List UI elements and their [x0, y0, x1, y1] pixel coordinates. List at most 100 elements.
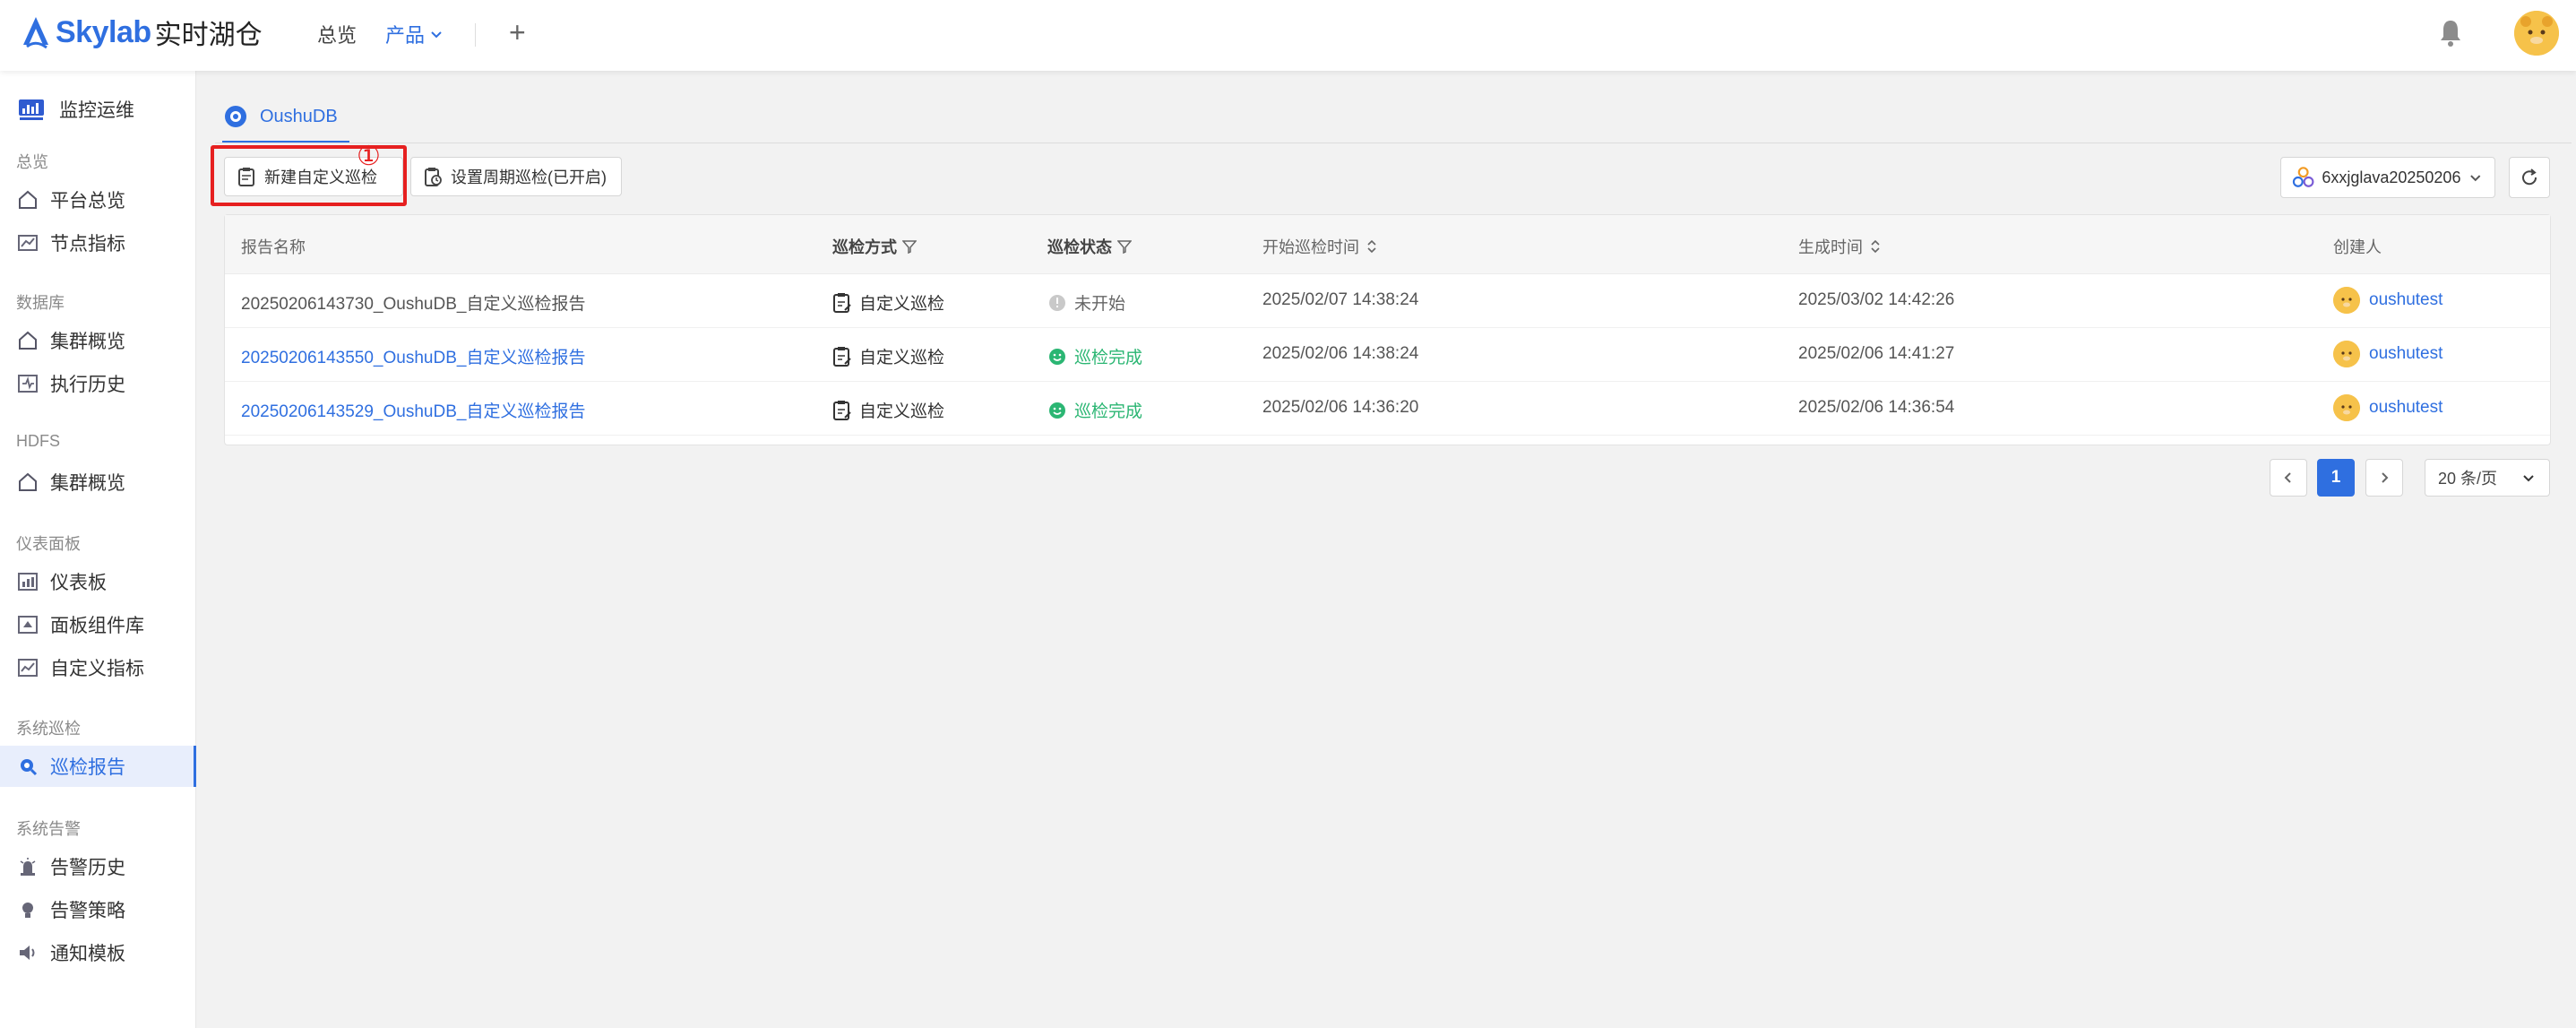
page-number-current[interactable]: 1 — [2317, 459, 2355, 497]
generated-time: 2025/02/06 14:36:54 — [1798, 398, 1955, 417]
start-time: 2025/02/06 14:36:20 — [1262, 398, 1419, 417]
sidebar-item-notify-template[interactable]: 通知模板 — [0, 932, 196, 973]
logo[interactable]: Skylab 实时湖仓 — [20, 13, 263, 52]
sidebar-item-platform-overview[interactable]: 平台总览 — [0, 179, 196, 220]
sort-icon[interactable] — [1868, 239, 1882, 254]
sidebar-item-alert-policy[interactable]: 告警策略 — [0, 889, 196, 930]
th-start-time[interactable]: 开始巡检时间 — [1262, 235, 1379, 258]
th-generated-time[interactable]: 生成时间 — [1798, 235, 1882, 258]
tab-oushudb[interactable]: OushuDB — [224, 105, 338, 128]
sidebar-item-label: 通知模板 — [50, 944, 125, 964]
creator-cell[interactable]: oushutest — [2333, 394, 2442, 421]
method-cell: 自定义巡检 — [832, 398, 944, 422]
page-size-value: 20 条/页 — [2438, 470, 2498, 488]
status-cell: 未开始 — [1047, 290, 1125, 315]
dashboard-icon — [18, 573, 38, 591]
set-periodic-inspection-button[interactable]: 设置周期巡检(已开启) — [410, 157, 622, 196]
sidebar-item-node-metrics[interactable]: 节点指标 — [0, 222, 196, 263]
nav-divider — [475, 23, 476, 47]
sidebar-item-inspection-report[interactable]: 巡检报告 — [0, 746, 196, 787]
status-cell: 巡检完成 — [1047, 398, 1142, 422]
sidebar-item-exec-history[interactable]: 执行历史 — [0, 363, 196, 404]
page-size-select[interactable]: 20 条/页 — [2425, 459, 2550, 497]
sidebar-item-label: 集群概览 — [50, 332, 125, 352]
tab-label: OushuDB — [260, 106, 338, 126]
avatar-face-icon — [2333, 394, 2360, 421]
sidebar-item-label: 巡检报告 — [50, 757, 125, 778]
next-page-button[interactable] — [2365, 459, 2403, 497]
clipboard-edit-icon — [833, 292, 851, 313]
speaker-icon — [20, 946, 35, 960]
sidebar-item-alert-history[interactable]: 告警历史 — [0, 846, 196, 887]
table-row: 20250206143730_OushuDB_自定义巡检报告 自定义巡检 未开始… — [225, 274, 2550, 328]
sidebar-group-hdfs: HDFS — [16, 432, 60, 450]
prev-page-button[interactable] — [2270, 459, 2307, 497]
alarm-icon — [20, 858, 36, 876]
sidebar-top-label: 监控运维 — [59, 100, 134, 121]
sidebar-item-label: 告警历史 — [50, 858, 125, 878]
home-icon — [19, 331, 37, 350]
sidebar-item-dashboard[interactable]: 仪表板 — [0, 561, 196, 602]
cluster-select[interactable]: 6xxjglava20250206 — [2280, 157, 2495, 198]
report-name-link[interactable]: 20250206143550_OushuDB_自定义巡检报告 — [241, 344, 585, 368]
creator-avatar — [2333, 341, 2360, 367]
creator-avatar — [2333, 394, 2360, 421]
sidebar-item-label: 节点指标 — [50, 234, 125, 255]
sidebar-group-dashboard: 仪表面板 — [16, 535, 81, 553]
user-avatar[interactable] — [2514, 11, 2559, 56]
th-status[interactable]: 巡检状态 — [1047, 235, 1132, 258]
refresh-button[interactable] — [2509, 157, 2550, 198]
status-label: 未开始 — [1074, 295, 1126, 314]
creator-name: oushutest — [2369, 290, 2443, 309]
table-row: 20250206143529_OushuDB_自定义巡检报告 自定义巡检 巡检完… — [225, 382, 2550, 436]
report-table: 报告名称 巡检方式 巡检状态 开始巡检时间 生成时间 创建人 202502061… — [224, 214, 2551, 445]
chevron-down-icon — [2523, 475, 2534, 482]
nav-product-menu[interactable]: 产品 — [385, 20, 444, 48]
home-icon — [19, 190, 37, 209]
clipboard-clock-icon — [425, 168, 442, 186]
line-chart-icon — [18, 235, 38, 251]
avatar-face-icon — [2333, 287, 2360, 314]
set-periodic-inspection-label: 设置周期巡检(已开启) — [451, 168, 607, 186]
method-label: 自定义巡检 — [859, 402, 945, 421]
bell-icon[interactable] — [2437, 18, 2464, 48]
filter-icon[interactable] — [1117, 239, 1132, 254]
th-start-time-label: 开始巡检时间 — [1262, 238, 1359, 256]
sidebar-item-hdfs-cluster-overview[interactable]: 集群概览 — [0, 462, 196, 503]
avatar-face-icon — [2514, 11, 2559, 56]
creator-cell[interactable]: oushutest — [2333, 287, 2442, 314]
add-tab-button[interactable]: + — [509, 14, 526, 50]
smile-check-icon — [1049, 348, 1065, 365]
th-method[interactable]: 巡检方式 — [832, 235, 917, 258]
sidebar-group-alerts: 系统告警 — [16, 820, 81, 838]
sidebar-item-db-cluster-overview[interactable]: 集群概览 — [0, 320, 196, 361]
nav-overview[interactable]: 总览 — [317, 20, 357, 48]
th-generated-time-label: 生成时间 — [1798, 238, 1863, 256]
sidebar-item-label: 仪表板 — [50, 573, 107, 593]
sidebar-item-custom-metrics[interactable]: 自定义指标 — [0, 647, 196, 688]
filter-icon[interactable] — [902, 239, 917, 254]
sidebar-group-database: 数据库 — [16, 294, 65, 312]
th-report-name: 报告名称 — [241, 238, 306, 256]
pending-icon — [1049, 294, 1065, 311]
chevron-right-icon — [2382, 472, 2389, 483]
method-cell: 自定义巡检 — [832, 344, 944, 368]
creator-cell[interactable]: oushutest — [2333, 341, 2442, 367]
sidebar-item-panel-library[interactable]: 面板组件库 — [0, 604, 196, 645]
method-label: 自定义巡检 — [859, 349, 945, 367]
sort-icon[interactable] — [1365, 239, 1379, 254]
cluster-icon — [2292, 167, 2314, 187]
logo-text: Skylab — [56, 14, 151, 49]
method-label: 自定义巡检 — [859, 295, 945, 314]
table-header: 报告名称 巡检方式 巡检状态 开始巡检时间 生成时间 创建人 — [225, 215, 2550, 274]
sidebar-item-label: 自定义指标 — [50, 659, 144, 679]
table-row: 20250206143550_OushuDB_自定义巡检报告 自定义巡检 巡检完… — [225, 328, 2550, 382]
sidebar-item-label: 执行历史 — [50, 375, 125, 395]
clipboard-edit-icon — [833, 346, 851, 367]
monitor-icon — [19, 99, 44, 120]
skylab-logo-icon — [23, 17, 48, 49]
report-name-link[interactable]: 20250206143529_OushuDB_自定义巡检报告 — [241, 398, 585, 422]
oushudb-icon — [225, 106, 246, 127]
status-label: 巡检完成 — [1074, 402, 1143, 421]
sidebar-item-monitoring[interactable]: 监控运维 — [18, 96, 134, 123]
